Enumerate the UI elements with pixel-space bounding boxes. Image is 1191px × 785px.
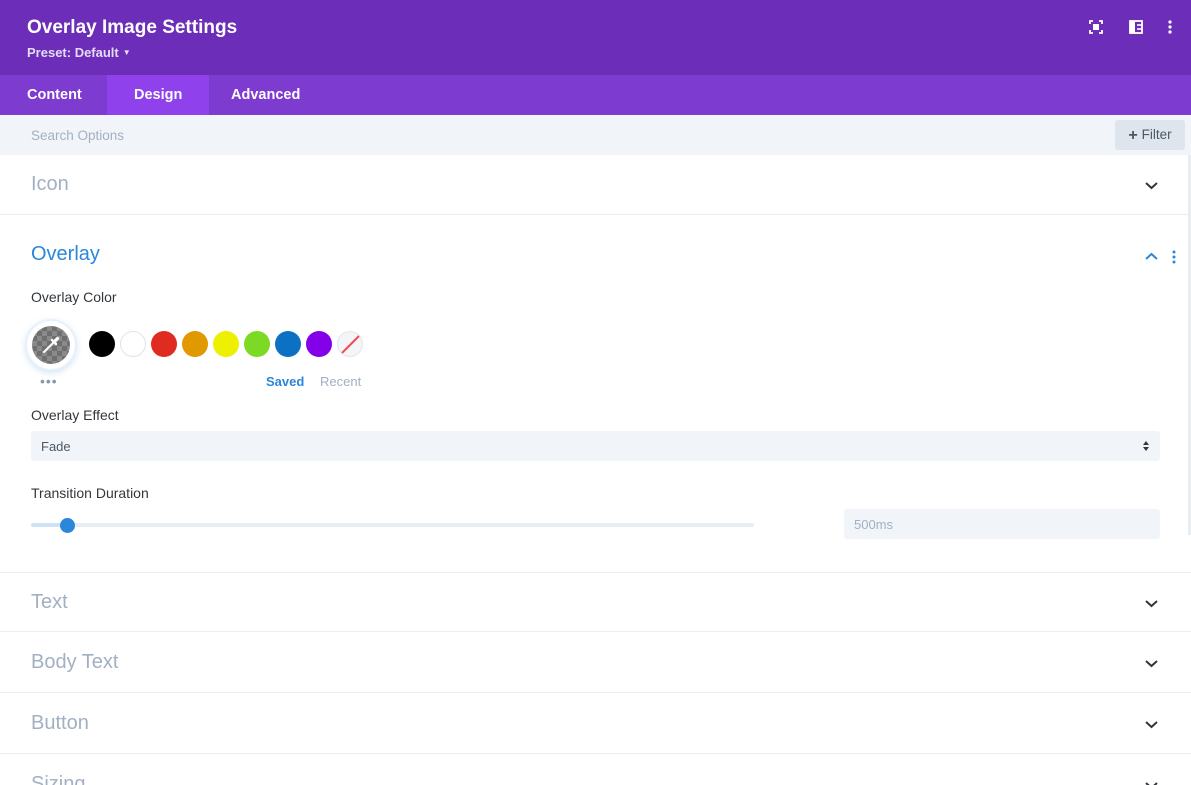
swatch-blue[interactable] xyxy=(275,331,301,357)
transition-duration-value-box xyxy=(844,509,1160,539)
chevron-down-icon xyxy=(1145,600,1158,608)
eyedropper-icon xyxy=(43,336,60,353)
search-input[interactable] xyxy=(0,115,1100,155)
chevron-down-icon xyxy=(1145,660,1158,668)
search-bar xyxy=(0,115,1191,155)
more-vertical-icon[interactable] xyxy=(1161,18,1179,36)
tab-advanced[interactable]: Advanced xyxy=(204,75,327,115)
swatch-orange[interactable] xyxy=(182,331,208,357)
split-view-icon[interactable] xyxy=(1127,18,1145,36)
section-title: Sizing xyxy=(31,773,86,785)
section-title: Icon xyxy=(31,173,69,195)
section-button[interactable]: Button xyxy=(0,694,1191,754)
transparent-preview xyxy=(32,326,70,364)
caret-down-icon: ▼ xyxy=(122,48,131,57)
overlay-effect-label: Overlay Effect xyxy=(31,407,119,423)
preset-label: Preset: Default xyxy=(27,45,119,60)
section-sizing[interactable]: Sizing xyxy=(0,755,1191,785)
overlay-color-label: Overlay Color xyxy=(31,289,117,305)
section-title: Body Text xyxy=(31,651,119,673)
slider-thumb[interactable] xyxy=(60,518,76,533)
transition-duration-slider[interactable] xyxy=(31,523,754,527)
tab-content[interactable]: Content xyxy=(0,75,109,115)
transition-duration-input[interactable] xyxy=(844,509,1160,539)
swatch-white[interactable] xyxy=(120,331,146,357)
saved-colors-tab[interactable]: Saved xyxy=(266,374,304,389)
color-picker-button[interactable] xyxy=(27,321,75,369)
swatch-none[interactable] xyxy=(337,331,363,357)
chevron-up-icon[interactable] xyxy=(1144,250,1159,262)
modal-title: Overlay Image Settings xyxy=(27,17,238,38)
recent-colors-tab[interactable]: Recent xyxy=(320,374,361,389)
plus-icon: + xyxy=(1128,127,1138,144)
section-text[interactable]: Text xyxy=(0,572,1191,632)
section-title: Text xyxy=(31,591,68,613)
swatch-purple[interactable] xyxy=(306,331,332,357)
focus-icon[interactable] xyxy=(1087,18,1105,36)
settings-header: Overlay Image Settings Preset: Default ▼ xyxy=(0,0,1191,75)
swatch-red[interactable] xyxy=(151,331,177,357)
select-value: Fade xyxy=(41,439,71,454)
filter-label: Filter xyxy=(1141,127,1172,142)
swatch-yellow[interactable] xyxy=(213,331,239,357)
swatch-black[interactable] xyxy=(89,331,115,357)
chevron-down-icon xyxy=(1145,721,1158,729)
chevron-down-icon xyxy=(1145,182,1158,190)
section-body-text[interactable]: Body Text xyxy=(0,633,1191,693)
transition-duration-label: Transition Duration xyxy=(31,485,149,501)
more-horizontal-icon[interactable]: ••• xyxy=(40,374,58,388)
tab-design[interactable]: Design xyxy=(107,75,210,115)
section-icon[interactable]: Icon xyxy=(0,155,1191,215)
tab-bar: Content Design Advanced xyxy=(0,75,1191,115)
section-overlay-title[interactable]: Overlay xyxy=(31,243,100,266)
select-arrows-icon xyxy=(1143,441,1149,451)
swatch-green[interactable] xyxy=(244,331,270,357)
section-options-icon[interactable] xyxy=(1172,250,1176,264)
preset-dropdown[interactable]: Preset: Default ▼ xyxy=(27,45,131,60)
section-title: Button xyxy=(31,712,89,734)
chevron-down-icon xyxy=(1145,782,1158,785)
overlay-effect-select[interactable]: Fade xyxy=(31,431,1160,461)
filter-button[interactable]: + Filter xyxy=(1115,120,1185,150)
